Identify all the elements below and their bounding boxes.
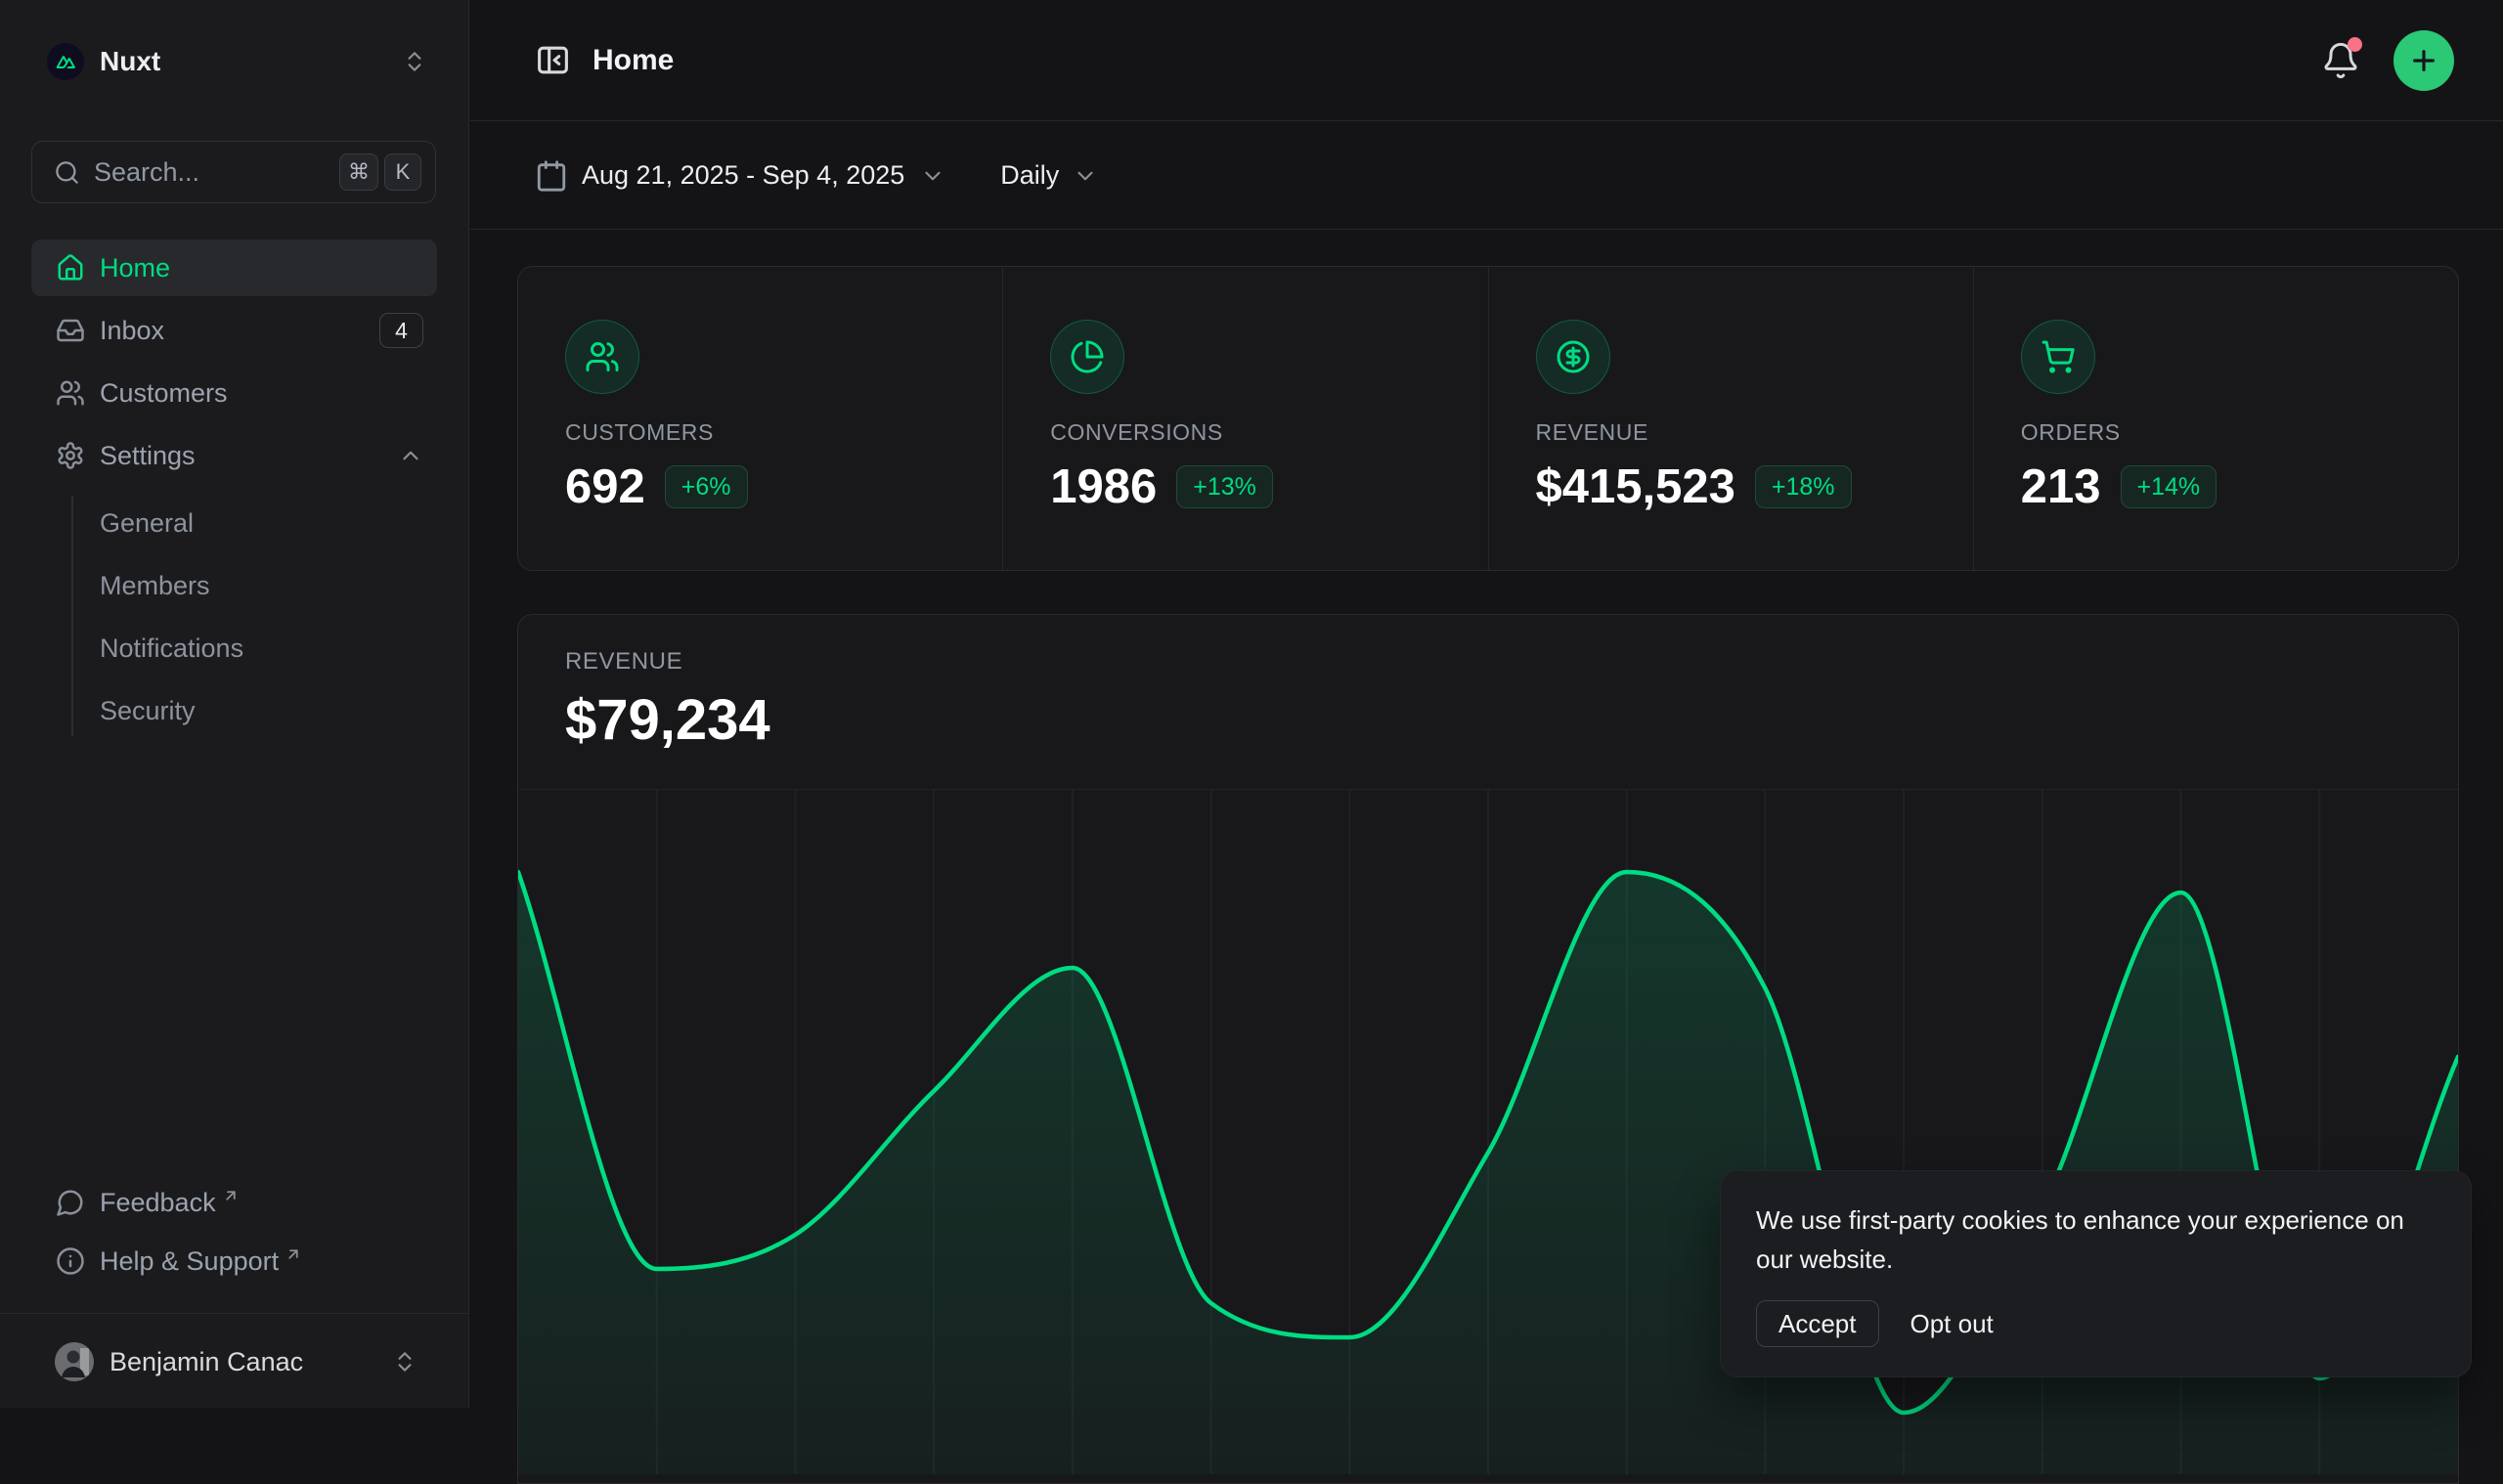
- sidebar-item-label: Customers: [100, 378, 423, 409]
- chevron-down-icon: [1073, 163, 1098, 189]
- feedback-link[interactable]: Feedback: [31, 1173, 437, 1232]
- home-icon: [55, 253, 86, 283]
- avatar: [55, 1342, 94, 1381]
- sidebar-item-general[interactable]: General: [100, 492, 437, 554]
- sidebar-item-label: Settings: [100, 441, 398, 471]
- search-placeholder: Search...: [94, 157, 333, 188]
- external-link-icon: [222, 1187, 240, 1204]
- user-name: Benjamin Canac: [110, 1347, 392, 1377]
- circle-dollar-icon: [1536, 320, 1610, 394]
- stats-card: CUSTOMERS 692 +6% CONVERSIONS 1986 +13% …: [517, 266, 2459, 571]
- chevron-up-icon: [398, 443, 423, 468]
- info-circle-icon: [55, 1246, 86, 1276]
- external-link-icon: [285, 1245, 302, 1263]
- revenue-chart-value: $79,234: [565, 687, 2458, 753]
- sidebar-nav: Home Inbox 4 Customers Settings: [31, 240, 437, 742]
- stat-label: ORDERS: [2021, 419, 2458, 446]
- users-icon: [55, 378, 86, 408]
- opt-out-button[interactable]: Opt out: [1910, 1309, 1994, 1339]
- revenue-line-chart[interactable]: [518, 789, 2458, 1484]
- add-button[interactable]: [2393, 30, 2454, 91]
- cookie-banner: We use first-party cookies to enhance yo…: [1720, 1170, 2472, 1377]
- cookie-message: We use first-party cookies to enhance yo…: [1756, 1200, 2436, 1279]
- stat-label: CONVERSIONS: [1050, 419, 1487, 446]
- sidebar-item-settings[interactable]: Settings: [31, 427, 437, 484]
- sidebar-item-label: Home: [100, 253, 423, 284]
- subnav-rail: [71, 496, 73, 736]
- workspace-selector[interactable]: Nuxt: [31, 35, 437, 88]
- sidebar: Nuxt Search... ⌘ K Home Inbox 4: [0, 0, 469, 1408]
- stat-delta-badge: +14%: [2121, 465, 2218, 508]
- sidebar-item-members[interactable]: Members: [100, 554, 437, 617]
- sidebar-item-label: Inbox: [100, 316, 379, 346]
- stat-orders[interactable]: ORDERS 213 +14%: [1973, 267, 2458, 570]
- inbox-icon: [55, 316, 86, 345]
- search-input[interactable]: Search... ⌘ K: [31, 141, 436, 203]
- gear-icon: [55, 441, 86, 470]
- calendar-icon: [535, 159, 568, 193]
- stat-value: 1986: [1050, 459, 1157, 514]
- nuxt-logo-icon: [47, 43, 84, 80]
- accept-button[interactable]: Accept: [1756, 1300, 1879, 1347]
- filters-toolbar: Aug 21, 2025 - Sep 4, 2025 Daily: [470, 122, 2503, 230]
- stat-customers[interactable]: CUSTOMERS 692 +6%: [518, 267, 1002, 570]
- stat-value: 213: [2021, 459, 2101, 514]
- sidebar-item-inbox[interactable]: Inbox 4: [31, 302, 437, 359]
- notifications-button[interactable]: [2321, 41, 2360, 80]
- stat-revenue[interactable]: REVENUE $415,523 +18%: [1488, 267, 1973, 570]
- stat-value: $415,523: [1536, 459, 1735, 514]
- settings-subnav: General Members Notifications Security: [31, 492, 437, 742]
- chevron-down-icon: [920, 163, 945, 189]
- page-title: Home: [593, 44, 2321, 77]
- revenue-chart-label: REVENUE: [565, 648, 2458, 676]
- notification-dot: [2348, 37, 2362, 52]
- shopping-cart-icon: [2021, 320, 2095, 394]
- help-support-link[interactable]: Help & Support: [31, 1232, 437, 1290]
- kbd-k: K: [384, 153, 421, 191]
- chevrons-up-down-icon: [402, 49, 427, 74]
- revenue-chart-header: REVENUE $79,234: [518, 615, 2458, 789]
- stat-value: 692: [565, 459, 645, 514]
- stat-delta-badge: +18%: [1755, 465, 1852, 508]
- user-menu[interactable]: Benjamin Canac: [31, 1331, 437, 1392]
- stat-label: CUSTOMERS: [565, 419, 1002, 446]
- date-range-value: Aug 21, 2025 - Sep 4, 2025: [582, 160, 904, 191]
- stat-label: REVENUE: [1536, 419, 1973, 446]
- kbd-meta: ⌘: [339, 153, 378, 191]
- sidebar-item-home[interactable]: Home: [31, 240, 437, 296]
- workspace-name: Nuxt: [100, 46, 402, 77]
- message-circle-icon: [55, 1188, 86, 1217]
- stat-delta-badge: +6%: [665, 465, 748, 508]
- sidebar-footer: Feedback Help & Support: [31, 1173, 437, 1290]
- date-range-picker[interactable]: Aug 21, 2025 - Sep 4, 2025: [535, 159, 945, 193]
- granularity-select[interactable]: Daily: [1000, 160, 1098, 191]
- sidebar-item-notifications[interactable]: Notifications: [100, 617, 437, 679]
- collapse-sidebar-icon[interactable]: [535, 42, 571, 78]
- help-support-label: Help & Support: [100, 1246, 279, 1277]
- sidebar-divider: [0, 1313, 468, 1314]
- stat-conversions[interactable]: CONVERSIONS 1986 +13%: [1002, 267, 1487, 570]
- feedback-label: Feedback: [100, 1188, 216, 1218]
- search-icon: [54, 159, 80, 186]
- pie-chart-icon: [1050, 320, 1124, 394]
- topbar: Home: [470, 0, 2503, 121]
- sidebar-item-customers[interactable]: Customers: [31, 365, 437, 421]
- inbox-count-badge: 4: [379, 313, 423, 348]
- chevrons-up-down-icon: [392, 1349, 417, 1375]
- users-icon: [565, 320, 639, 394]
- granularity-value: Daily: [1000, 160, 1059, 191]
- sidebar-item-security[interactable]: Security: [100, 679, 437, 742]
- stat-delta-badge: +13%: [1176, 465, 1273, 508]
